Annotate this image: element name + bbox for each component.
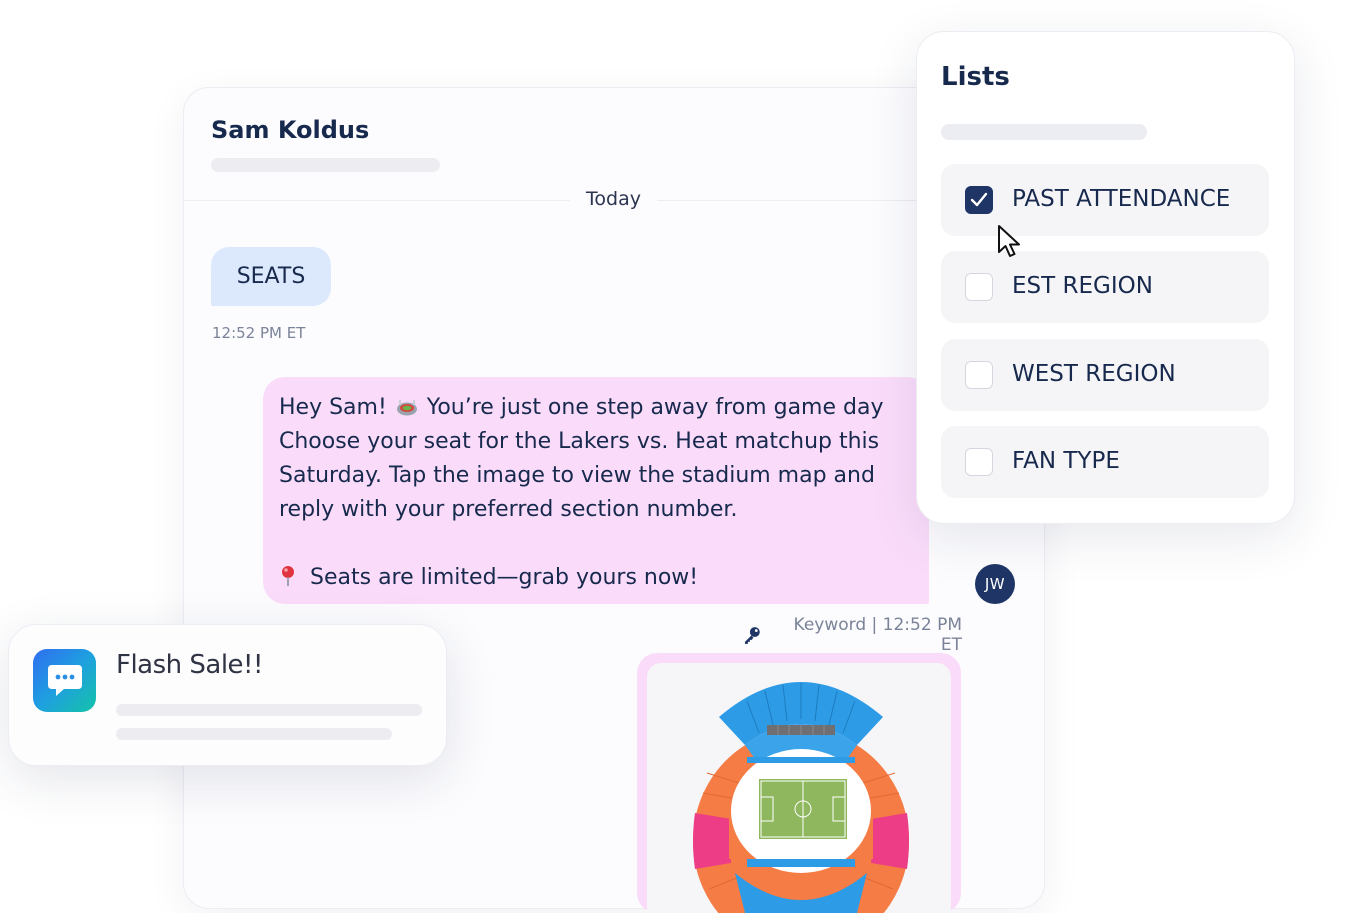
contact-name: Sam Koldus <box>211 116 370 144</box>
agent-avatar[interactable]: JW <box>975 564 1015 604</box>
message-meta: Keyword | 12:52 PM ET <box>742 615 962 655</box>
checkbox[interactable] <box>965 361 993 389</box>
list-item-label: PAST ATTENDANCE <box>1012 186 1231 212</box>
lists-title: Lists <box>941 62 1010 92</box>
key-icon <box>744 627 760 644</box>
notification-body-placeholder <box>116 704 422 716</box>
message-line-4: reply with your preferred section number… <box>279 497 738 522</box>
lists-search-placeholder <box>941 124 1147 140</box>
list-item-label: WEST REGION <box>1012 361 1176 387</box>
flash-sale-notification[interactable]: Flash Sale!! <box>8 624 447 766</box>
message-line-3: Saturday. Tap the image to view the stad… <box>279 463 875 488</box>
checkbox-checked[interactable] <box>965 186 993 214</box>
list-item-fan-type[interactable]: FAN TYPE <box>941 426 1269 498</box>
mouse-pointer-icon <box>998 225 1020 257</box>
notification-body-placeholder <box>116 728 392 740</box>
checkbox[interactable] <box>965 273 993 301</box>
incoming-message-bubble[interactable]: SEATS <box>211 247 331 306</box>
checkbox[interactable] <box>965 448 993 476</box>
contact-subtitle-placeholder <box>211 158 440 172</box>
incoming-message-text: SEATS <box>236 264 306 289</box>
message-line-2: Choose your seat for the Lakers vs. Heat… <box>279 429 880 454</box>
message-line-1-end: You’re just one step away from game day <box>426 395 884 420</box>
message-line-1-start: Hey Sam! <box>279 395 387 420</box>
incoming-message-time: 12:52 PM ET <box>212 324 306 342</box>
stadium-map-attachment[interactable] <box>637 653 961 913</box>
list-item-past-attendance[interactable]: PAST ATTENDANCE <box>941 164 1269 236</box>
list-item-est-region[interactable]: EST REGION <box>941 251 1269 323</box>
pin-emoji-icon <box>279 564 297 586</box>
date-label: Today <box>570 188 657 210</box>
stadium-emoji-icon <box>396 394 418 416</box>
outgoing-message-bubble[interactable]: Hey Sam! You’re just one step away from … <box>263 377 929 604</box>
checkmark-icon <box>970 192 988 207</box>
stadium-map-image[interactable] <box>647 663 951 913</box>
notification-title: Flash Sale!! <box>116 650 263 680</box>
message-line-5: Seats are limited—grab yours now! <box>310 565 699 590</box>
list-item-west-region[interactable]: WEST REGION <box>941 339 1269 411</box>
chat-bubble-icon <box>48 665 82 696</box>
message-meta-text: Keyword | 12:52 PM ET <box>793 615 962 655</box>
messaging-app-icon <box>33 649 96 712</box>
list-item-label: FAN TYPE <box>1012 448 1120 474</box>
lists-panel: Lists PAST ATTENDANCE EST REGION WEST RE… <box>916 31 1295 524</box>
list-item-label: EST REGION <box>1012 273 1153 299</box>
